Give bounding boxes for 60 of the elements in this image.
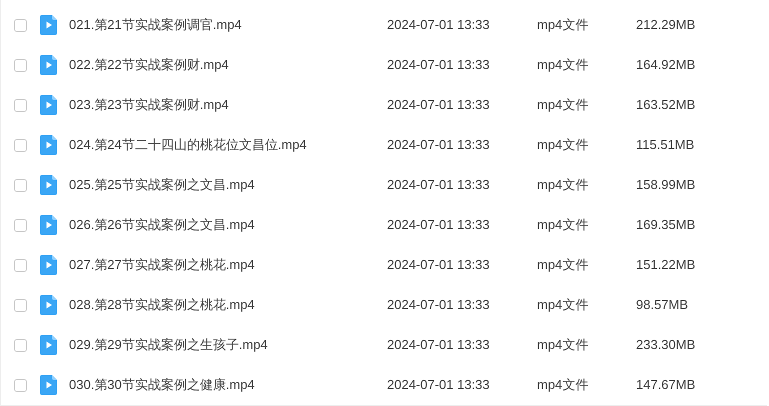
file-name: 027.第27节实战案例之桃花.mp4: [69, 256, 256, 274]
file-name: 030.第30节实战案例之健康.mp4: [69, 376, 256, 394]
checkbox[interactable]: [14, 298, 27, 312]
file-type: mp4文件: [537, 96, 590, 114]
video-file-icon: [40, 135, 57, 155]
video-file-icon: [40, 55, 57, 75]
checkbox[interactable]: [14, 138, 27, 152]
video-file-icon: [40, 255, 57, 275]
video-file-icon: [40, 375, 57, 395]
video-file-icon: [40, 335, 57, 355]
modified-date: 2024-07-01 13:33: [387, 56, 491, 74]
video-file-icon: [40, 295, 57, 315]
file-name: 026.第26节实战案例之文昌.mp4: [69, 216, 256, 234]
video-file-icon: [40, 95, 57, 115]
video-file-icon: [40, 15, 57, 35]
file-name: 025.第25节实战案例之文昌.mp4: [69, 176, 256, 194]
file-size: 147.67MB: [636, 376, 696, 394]
file-size: 98.57MB: [636, 296, 688, 314]
file-size: 233.30MB: [636, 336, 696, 354]
file-type: mp4文件: [537, 16, 590, 34]
modified-date: 2024-07-01 13:33: [387, 296, 491, 314]
checkbox[interactable]: [14, 178, 27, 192]
file-size: 151.22MB: [636, 256, 696, 274]
checkbox[interactable]: [14, 58, 27, 72]
file-type: mp4文件: [537, 216, 590, 234]
checkbox[interactable]: [14, 258, 27, 272]
file-size: 164.92MB: [636, 56, 696, 74]
checkbox[interactable]: [14, 218, 27, 232]
modified-date: 2024-07-01 13:33: [387, 336, 491, 354]
file-type: mp4文件: [537, 256, 590, 274]
file-size: 212.29MB: [636, 16, 696, 34]
checkbox[interactable]: [14, 18, 27, 32]
file-size: 169.35MB: [636, 216, 696, 234]
file-name: 022.第22节实战案例财.mp4: [69, 56, 230, 74]
modified-date: 2024-07-01 13:33: [387, 136, 491, 154]
modified-date: 2024-07-01 13:33: [387, 96, 491, 114]
file-type: mp4文件: [537, 56, 590, 74]
file-name: 023.第23节实战案例财.mp4: [69, 96, 230, 114]
file-size: 158.99MB: [636, 176, 696, 194]
modified-date: 2024-07-01 13:33: [387, 176, 491, 194]
file-name: 029.第29节实战案例之生孩子.mp4: [69, 336, 269, 354]
checkbox[interactable]: [14, 378, 27, 392]
checkbox[interactable]: [14, 98, 27, 112]
file-type: mp4文件: [537, 336, 590, 354]
file-size: 163.52MB: [636, 96, 696, 114]
checkbox[interactable]: [14, 338, 27, 352]
modified-date: 2024-07-01 13:33: [387, 216, 491, 234]
file-name: 028.第28节实战案例之桃花.mp4: [69, 296, 256, 314]
file-type: mp4文件: [537, 136, 590, 154]
modified-date: 2024-07-01 13:33: [387, 16, 491, 34]
file-type: mp4文件: [537, 296, 590, 314]
video-file-icon: [40, 215, 57, 235]
file-type: mp4文件: [537, 176, 590, 194]
modified-date: 2024-07-01 13:33: [387, 376, 491, 394]
file-name: 021.第21节实战案例调官.mp4: [69, 16, 243, 34]
file-size: 115.51MB: [636, 136, 694, 154]
file-name: 024.第24节二十四山的桃花位文昌位.mp4: [69, 136, 308, 154]
file-type: mp4文件: [537, 376, 590, 394]
video-file-icon: [40, 175, 57, 195]
modified-date: 2024-07-01 13:33: [387, 256, 491, 274]
